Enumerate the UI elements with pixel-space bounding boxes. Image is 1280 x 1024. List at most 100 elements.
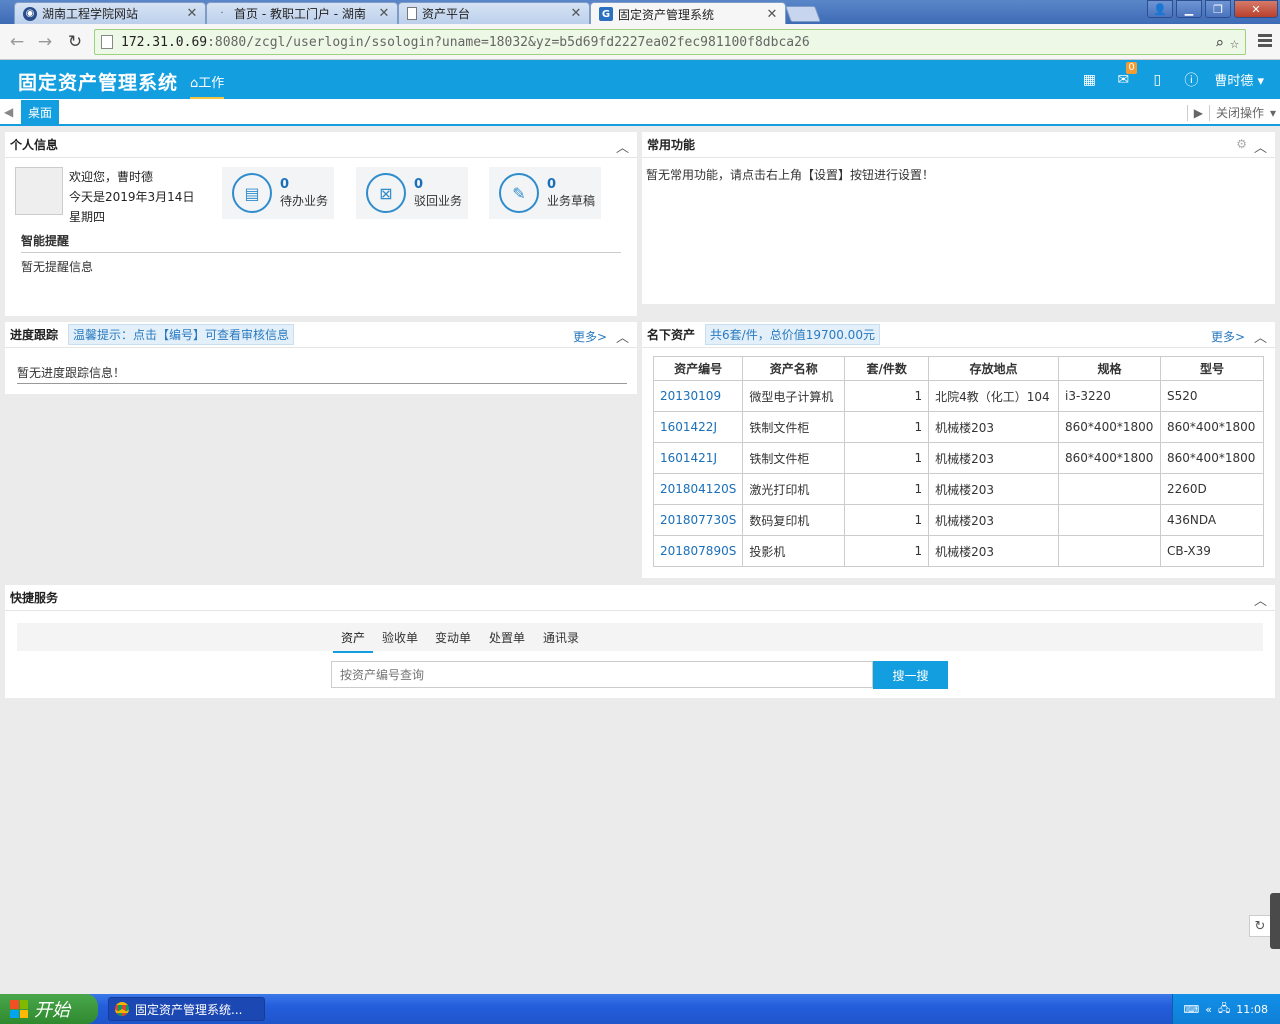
forward-arrow-icon[interactable]: → <box>34 31 56 53</box>
remind-body: 暂无提醒信息 <box>21 260 94 274</box>
close-tab-icon[interactable]: ✕ <box>765 7 779 22</box>
back-arrow-icon[interactable]: ← <box>6 31 28 53</box>
search-button[interactable]: 搜一搜 <box>873 661 948 689</box>
network-icon[interactable]: 🖧 <box>1218 1000 1230 1019</box>
tab-contacts[interactable]: 通讯录 <box>543 629 579 646</box>
bookmark-star-icon[interactable]: ☆ <box>1230 34 1239 52</box>
tab-change[interactable]: 变动单 <box>435 629 471 646</box>
todo-icon: ▤ <box>232 173 272 213</box>
close-tab-icon[interactable]: ✕ <box>569 6 583 21</box>
close-tab-icon[interactable]: ✕ <box>377 6 391 21</box>
side-panel-handle[interactable] <box>1270 893 1280 949</box>
reject-icon: ⊠ <box>366 173 406 213</box>
browser-tab-asset-platform[interactable]: 资产平台 ✕ <box>398 2 590 24</box>
reload-icon[interactable]: ↻ <box>64 31 86 53</box>
app-title: 固定资产管理系统 <box>18 72 179 94</box>
tray-expand-icon[interactable]: « <box>1205 1003 1212 1016</box>
browser-menu-icon[interactable] <box>1258 34 1272 49</box>
table-row: 20130109 微型电子计算机 1 北院4教（化工）104 i3-3220 S… <box>652 380 1264 412</box>
app-header: 固定资产管理系统 ⌂工作 ▦ ✉ 0 ▯ ⓘ 曹时德 ▾ <box>0 60 1280 99</box>
todo-card[interactable]: ▤ 0 待办业务 <box>222 167 334 219</box>
keyboard-icon[interactable]: ⌨ <box>1183 1003 1199 1016</box>
address-bar[interactable]: 172.31.0.69:8080/zcgl/userlogin/ssologin… <box>94 29 1246 55</box>
settings-gear-icon[interactable]: ⚙ <box>1236 137 1247 151</box>
user-menu[interactable]: 曹时德 ▾ <box>1214 70 1264 89</box>
mail-icon[interactable]: ✉ 0 <box>1106 61 1140 88</box>
windows-logo-icon <box>10 1000 28 1018</box>
common-empty-text: 暂无常用功能，请点击右上角【设置】按钮进行设置！ <box>646 168 935 182</box>
asset-no-link[interactable]: 20130109 <box>652 380 744 412</box>
minimize-icon[interactable]: ▁ <box>1176 0 1202 18</box>
loading-icon: · <box>220 8 224 19</box>
tab-acceptance[interactable]: 验收单 <box>382 629 418 646</box>
new-tab-button[interactable] <box>785 6 821 22</box>
scroll-right-icon[interactable]: ▶ <box>1194 106 1203 120</box>
browser-tab-college[interactable]: ◉ 湖南工程学院网站 ✕ <box>14 2 206 24</box>
qrcode-icon[interactable]: ▦ <box>1072 72 1106 88</box>
collapse-icon[interactable]: ︿ <box>1254 137 1267 156</box>
asset-no-link[interactable]: 1601421J <box>652 442 744 474</box>
browser-tab-asset-system[interactable]: G 固定资产管理系统 ✕ <box>590 2 786 25</box>
start-button[interactable]: 开始 <box>0 994 98 1024</box>
taskbar: 开始 固定资产管理系统... ⌨ « 🖧 11:08 <box>0 994 1280 1024</box>
personal-info-panel: 个人信息 ︿ 欢迎您，曹时德 今天是2019年3月14日 星期四 ▤ 0 待办业务… <box>5 132 637 316</box>
panel-title: 快捷服务 <box>10 591 59 605</box>
col-location: 存放地点 <box>928 356 1060 381</box>
clock: 11:08 <box>1236 1002 1268 1016</box>
tab-asset[interactable]: 资产 <box>333 629 374 653</box>
col-asset-name: 资产名称 <box>742 356 846 381</box>
refresh-icon[interactable]: ↻ <box>1249 915 1271 937</box>
remind-title: 智能提醒 <box>21 234 70 248</box>
common-functions-panel: 常用功能 ⚙ ︿ 暂无常用功能，请点击右上角【设置】按钮进行设置！ <box>642 132 1275 304</box>
col-model: 型号 <box>1160 356 1264 381</box>
close-operations-menu[interactable]: ▶ 关闭操作 ▾ <box>1186 104 1276 121</box>
collapse-icon[interactable]: ︿ <box>1254 590 1267 609</box>
table-row: 201807730S 数码复印机 1 机械楼203 436NDA <box>652 504 1264 536</box>
system-tray: ⌨ « 🖧 11:08 <box>1172 994 1280 1024</box>
g-icon: G <box>599 7 613 21</box>
browser-tab-strip: ◉ 湖南工程学院网站 ✕ · 首页 - 教职工门户 - 湖南 ✕ 资产平台 ✕ … <box>0 0 1280 25</box>
user-icon[interactable]: 👤 <box>1147 0 1173 18</box>
collapse-icon[interactable]: ︿ <box>1254 327 1267 346</box>
chrome-icon <box>115 1002 129 1016</box>
reject-card[interactable]: ⊠ 0 驳回业务 <box>356 167 468 219</box>
scroll-left-icon[interactable]: ◀ <box>4 105 13 119</box>
asset-search-input[interactable] <box>331 661 873 688</box>
close-window-icon[interactable]: ✕ <box>1234 0 1278 18</box>
panel-title: 个人信息 <box>10 138 59 152</box>
help-icon[interactable]: ⓘ <box>1174 70 1208 90</box>
asset-no-link[interactable]: 201807890S <box>652 535 744 567</box>
page-icon <box>101 35 113 49</box>
asset-no-link[interactable]: 201804120S <box>652 473 744 505</box>
panel-title: 常用功能 <box>647 138 696 152</box>
quick-services-panel: 快捷服务 ︿ 资产 验收单 变动单 处置单 通讯录 搜一搜 <box>5 585 1275 698</box>
quick-tabs: 资产 验收单 变动单 处置单 通讯录 <box>17 623 1263 653</box>
avatar <box>15 167 63 215</box>
zoom-icon[interactable]: ⌕ <box>1215 34 1224 52</box>
chevron-down-icon: ▾ <box>1269 105 1276 120</box>
asset-no-link[interactable]: 1601422J <box>652 411 744 443</box>
progress-empty-text: 暂无进度跟踪信息！ <box>17 364 627 384</box>
restore-icon[interactable]: ❐ <box>1205 0 1231 18</box>
browser-tab-portal[interactable]: · 首页 - 教职工门户 - 湖南 ✕ <box>206 2 398 24</box>
college-icon: ◉ <box>23 6 37 21</box>
asset-no-link[interactable]: 201807730S <box>652 504 744 536</box>
divider <box>21 252 621 253</box>
taskbar-item-browser[interactable]: 固定资产管理系统... <box>108 997 265 1021</box>
tab-disposal[interactable]: 处置单 <box>489 629 525 646</box>
draft-card[interactable]: ✎ 0 业务草稿 <box>489 167 601 219</box>
nav-work-tab[interactable]: ⌂工作 <box>190 72 225 99</box>
window-controls: 👤 ▁ ❐ ✕ <box>1144 0 1278 18</box>
assets-summary-badge: 共6套/件，总价值19700.00元 <box>705 324 880 345</box>
collapse-icon[interactable]: ︿ <box>616 327 629 346</box>
browser-toolbar: ← → ↻ 172.31.0.69:8080/zcgl/userlogin/ss… <box>0 24 1280 60</box>
mobile-icon[interactable]: ▯ <box>1140 72 1174 88</box>
table-row: 201807890S 投影机 1 机械楼203 CB-X39 <box>652 535 1264 567</box>
tab-desk[interactable]: 桌面 <box>21 100 59 124</box>
more-link[interactable]: 更多> <box>573 328 607 345</box>
collapse-icon[interactable]: ︿ <box>616 137 629 156</box>
page-icon <box>407 7 417 20</box>
close-tab-icon[interactable]: ✕ <box>185 6 199 21</box>
tip-badge: 温馨提示：点击【编号】可查看审核信息 <box>68 324 295 345</box>
more-link[interactable]: 更多> <box>1211 328 1245 345</box>
